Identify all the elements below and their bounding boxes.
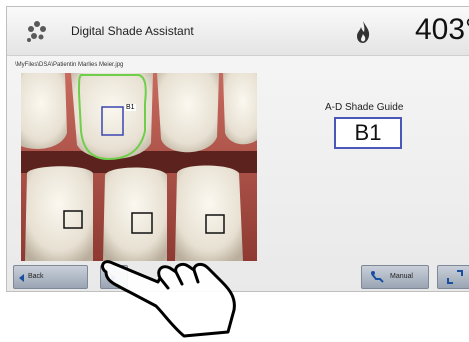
header-bar: Digital Shade Assistant 403°: [7, 7, 469, 56]
flame-icon: [357, 21, 370, 43]
furnace-temperature: 403°: [415, 13, 469, 46]
selection-label: B1: [125, 104, 136, 111]
expand-button[interactable]: [437, 265, 469, 289]
expand-icon: [447, 270, 463, 284]
back-label: Back: [28, 273, 44, 280]
manual-hand-icon: [371, 271, 384, 283]
manual-label: Manual: [390, 273, 413, 280]
file-path: \MyFiles\DSA\Patientin Marlies Meier.jpg: [15, 62, 124, 68]
back-arrow-icon: [19, 274, 24, 282]
page-title: Digital Shade Assistant: [71, 24, 194, 38]
molar-app-icon: [27, 21, 46, 42]
teeth-image: [21, 73, 257, 261]
manual-button[interactable]: Manual: [361, 265, 429, 289]
pointing-hand-icon: [101, 260, 236, 338]
teeth-photo[interactable]: B1: [21, 73, 257, 261]
shade-result: B1: [334, 117, 402, 149]
shade-guide-label: A-D Shade Guide: [325, 102, 404, 113]
back-button[interactable]: Back: [13, 265, 88, 289]
